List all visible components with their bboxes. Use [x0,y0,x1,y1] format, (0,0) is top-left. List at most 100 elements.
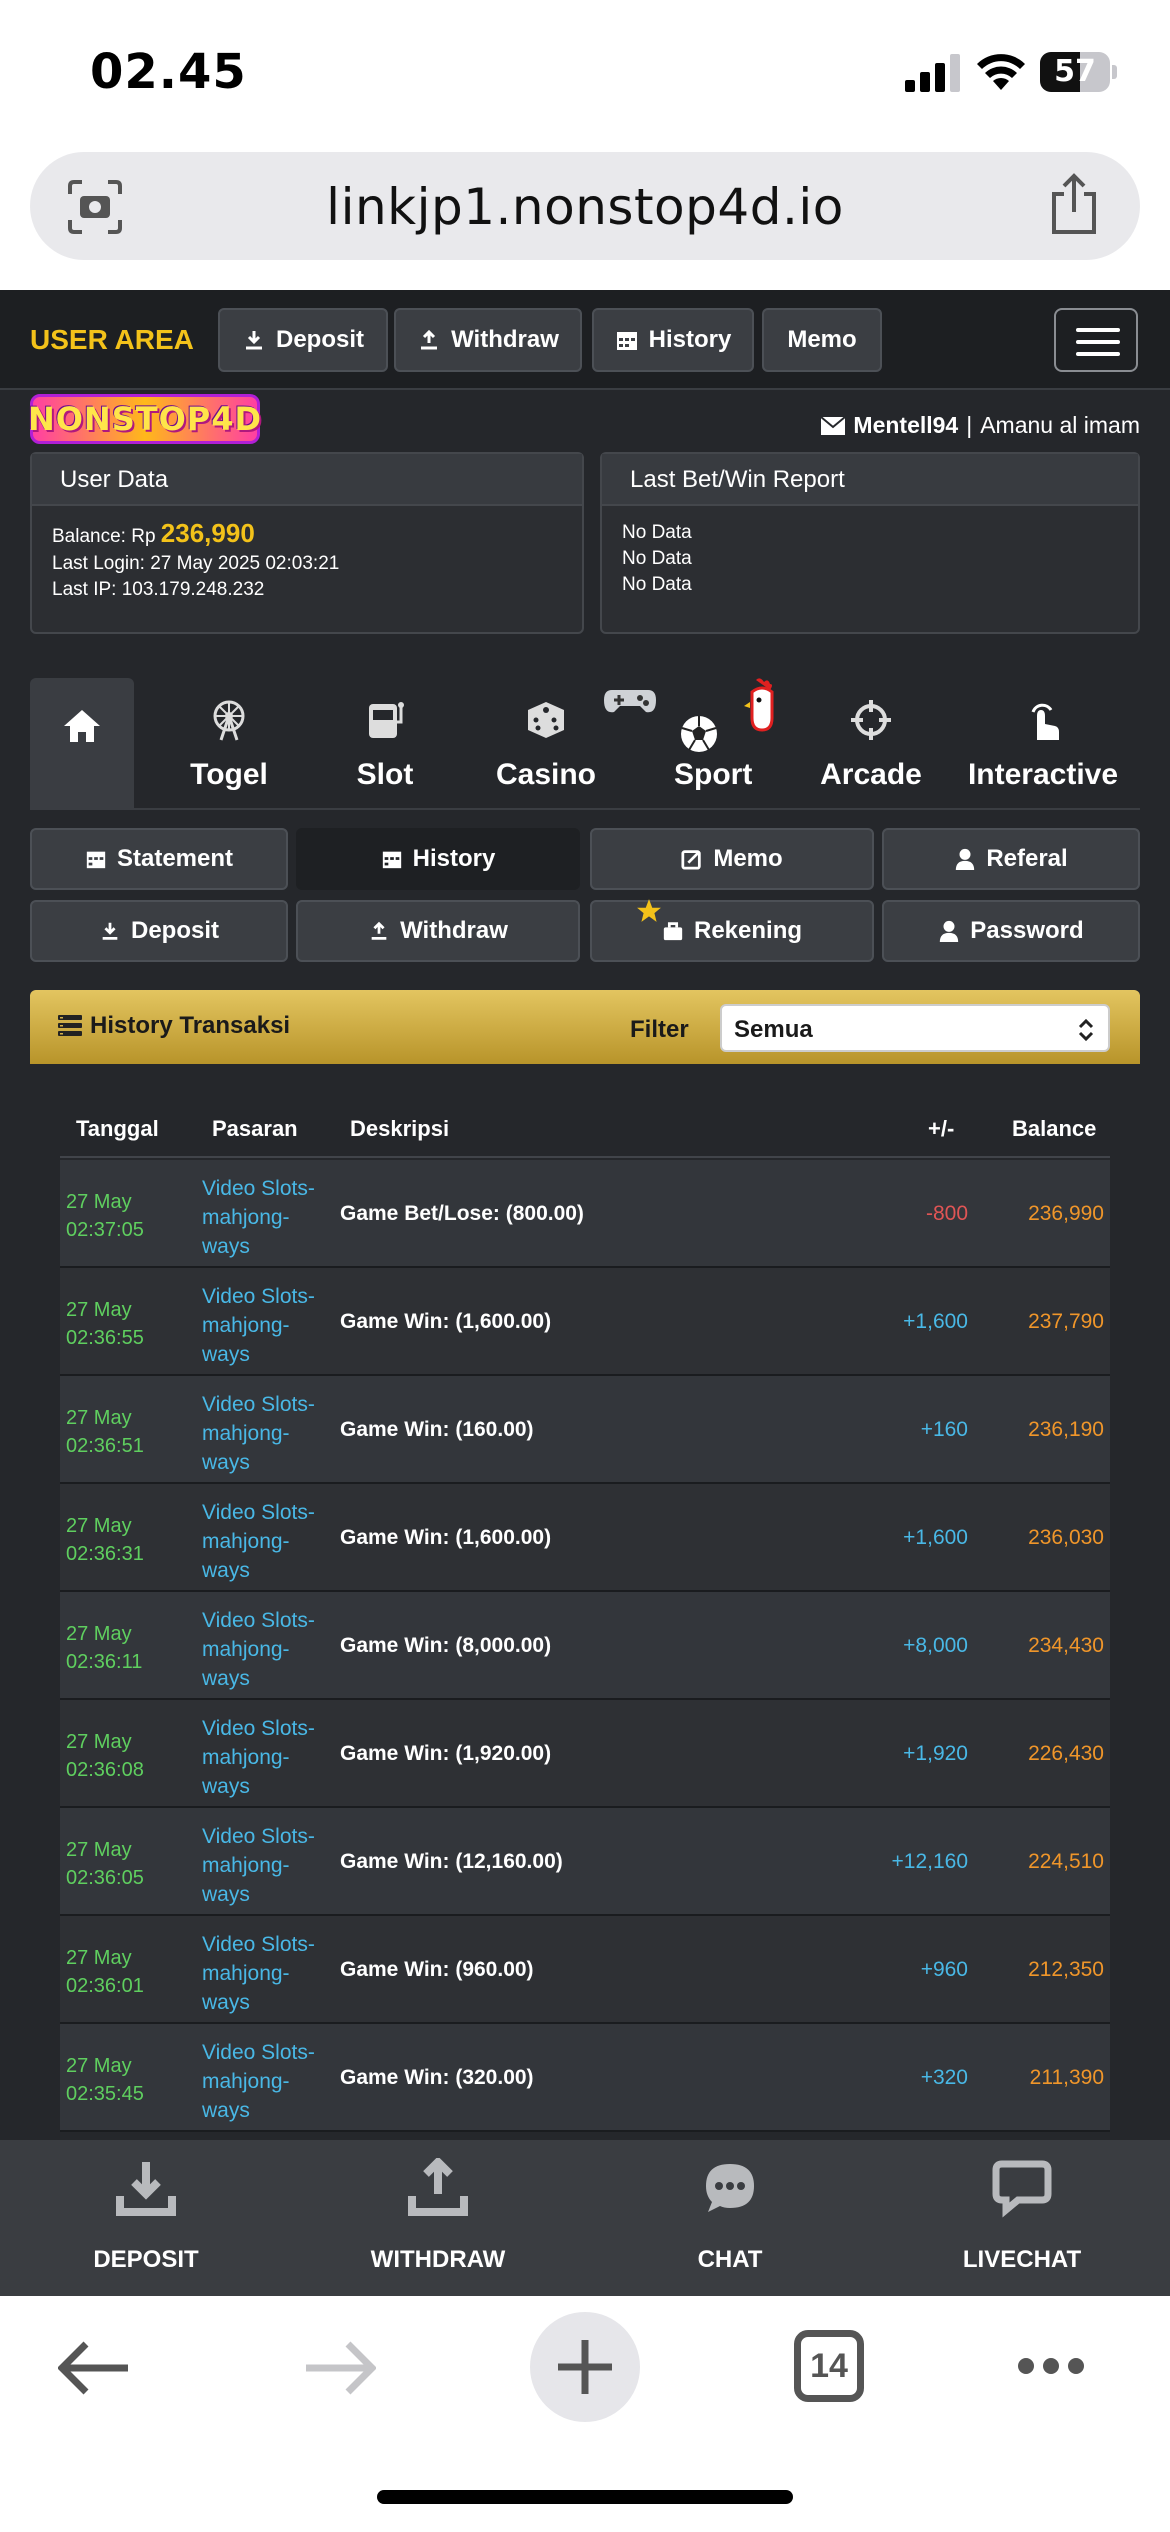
dice-icon [528,702,564,738]
row-amount: +8,000 [903,1634,968,1657]
row-pasaran-link[interactable]: Video Slots-mahjong-ways [202,1498,332,1585]
tab-togel[interactable]: Togel [164,678,294,808]
report-line: No Data [622,522,692,543]
tab-slot-label: Slot [356,758,414,791]
row-amount: +1,600 [903,1526,968,1549]
last-login: Last Login: 27 May 2025 02:03:21 [52,553,340,574]
row-description: Game Win: (1,600.00) [340,1526,552,1549]
col-plus-minus: +/- [928,1116,955,1141]
sub-rekening-button[interactable]: Rekening [590,899,874,962]
nav-history-button[interactable]: History [592,308,754,372]
tab-arcade-label: Arcade [820,758,922,791]
user-fullname: Amanu al imam [980,412,1140,438]
sub-statement-label: Statement [116,845,234,872]
share-icon[interactable] [1046,172,1102,236]
row-description: Game Win: (8,000.00) [340,1634,552,1657]
row-date-time: 02:37:05 [66,1219,144,1241]
table-row: 27 May 02:36:55 Video Slots-mahjong-ways Ga… [60,1268,1110,1376]
row-pasaran-link[interactable]: Video Slots-mahjong-ways [202,1174,332,1261]
sub-password-button[interactable]: Password [882,900,1140,962]
bottom-livechat-label: LIVECHAT [962,2246,1082,2273]
top-navbar: USER AREA Deposit Withdraw History Memo [0,290,1170,390]
forward-arrow-icon[interactable] [304,2340,376,2396]
new-tab-plus-icon[interactable] [530,2312,640,2422]
row-date: 27 May 02:35:45 [66,2052,144,2108]
sub-deposit-button[interactable]: Deposit [30,900,288,962]
row-date: 27 May 02:36:31 [66,1512,144,1568]
nav-memo-button[interactable]: Memo [762,308,882,372]
filter-select[interactable]: Semua [720,1004,1110,1052]
user-area-label: USER AREA [30,324,194,355]
row-pasaran-link[interactable]: Video Slots-mahjong-ways [202,1930,332,2017]
sub-withdraw-button[interactable]: Withdraw [296,900,580,962]
tab-interactive[interactable]: Interactive [946,678,1140,808]
row-date-day: 27 May [66,1731,132,1753]
back-arrow-icon[interactable] [58,2340,130,2396]
row-amount: +1,600 [903,1310,968,1333]
row-date-day: 27 May [66,1299,132,1321]
sub-memo-button[interactable]: Memo [590,828,874,890]
row-amount: -800 [925,1202,968,1225]
tab-arcade[interactable]: Arcade [796,678,946,808]
bottom-chat-button[interactable]: CHAT [584,2140,876,2296]
user-info: Mentell94 | Amanu al imam [821,412,1140,439]
row-amount: +160 [920,1418,968,1441]
row-pasaran-link[interactable]: Video Slots-mahjong-ways [202,1714,332,1801]
row-date-day: 27 May [66,1407,132,1429]
address-bar[interactable]: linkjp1.nonstop4d.io [30,152,1140,260]
sub-history-label: History [412,845,496,872]
row-date-time: 02:36:08 [66,1759,144,1781]
row-date-time: 02:36:51 [66,1435,144,1457]
row-pasaran-link[interactable]: Video Slots-mahjong-ways [202,1390,332,1477]
row-date: 27 May 02:36:01 [66,1944,144,2000]
ios-status-bar: 02.45 57 [0,0,1170,150]
more-options-icon[interactable] [1016,2356,1086,2376]
tab-interactive-label: Interactive [967,758,1119,791]
hamburger-menu-icon[interactable] [1054,308,1138,372]
bottom-deposit-button[interactable]: DEPOSIT [0,2140,292,2296]
cellular-signal-icon [905,54,960,92]
row-date: 27 May 02:36:05 [66,1836,144,1892]
user-icon [956,848,975,870]
row-date: 27 May 02:37:05 [66,1188,144,1244]
site-logo[interactable]: NONSTOP4D [28,394,261,444]
tab-slot[interactable]: Slot [330,678,440,808]
url-text[interactable]: linkjp1.nonstop4d.io [30,178,1140,236]
row-pasaran-link[interactable]: Video Slots-mahjong-ways [202,1606,332,1693]
bottom-withdraw-button[interactable]: WITHDRAW [292,2140,584,2296]
chevron-up-down-icon [1078,1018,1094,1042]
tab-home[interactable] [30,678,134,808]
row-date: 27 May 02:36:08 [66,1728,144,1784]
user-data-title: User Data [32,454,582,506]
history-table: Tanggal Pasaran Deskripsi +/- Balance 27… [30,1064,1140,2140]
sub-history-button[interactable]: History [296,828,580,890]
tab-count-button[interactable]: 14 [794,2330,864,2402]
history-title: History Transaksi [90,1012,291,1039]
rooster-icon [744,678,774,732]
row-description: Game Win: (1,600.00) [340,1310,552,1333]
game-category-tabs: Togel Slot Casino Sport Arcade Interacti… [30,678,1140,810]
table-row: 27 May 02:36:01 Video Slots-mahjong-ways Ga… [60,1916,1110,2024]
nav-deposit-button[interactable]: Deposit [218,308,388,372]
sub-statement-button[interactable]: Statement [30,828,288,890]
row-amount: +960 [920,1958,968,1981]
tab-casino[interactable]: Casino [476,678,616,808]
sub-referal-button[interactable]: Referal [882,828,1140,890]
nav-withdraw-button[interactable]: Withdraw [394,308,582,372]
website-content: USER AREA Deposit Withdraw History Memo … [0,290,1170,2140]
table-row: 27 May 02:36:05 Video Slots-mahjong-ways Ga… [60,1808,1110,1916]
calendar-icon [382,851,401,869]
row-amount: +320 [920,2066,968,2089]
row-pasaran-link[interactable]: Video Slots-mahjong-ways [202,2038,332,2125]
tab-sport[interactable]: Sport [604,678,796,808]
row-pasaran-link[interactable]: Video Slots-mahjong-ways [202,1282,332,1369]
row-balance: 236,030 [1028,1526,1104,1549]
table-row: 27 May 02:35:45 Video Slots-mahjong-ways Ga… [60,2024,1110,2132]
envelope-icon[interactable] [821,416,846,435]
username: Mentell94 [853,412,959,438]
row-pasaran-link[interactable]: Video Slots-mahjong-ways [202,1822,332,1909]
row-description: Game Win: (160.00) [340,1418,534,1441]
row-amount: +1,920 [903,1742,968,1765]
bottom-livechat-button[interactable]: LIVECHAT [876,2140,1168,2296]
row-date: 27 May 02:36:51 [66,1404,144,1460]
